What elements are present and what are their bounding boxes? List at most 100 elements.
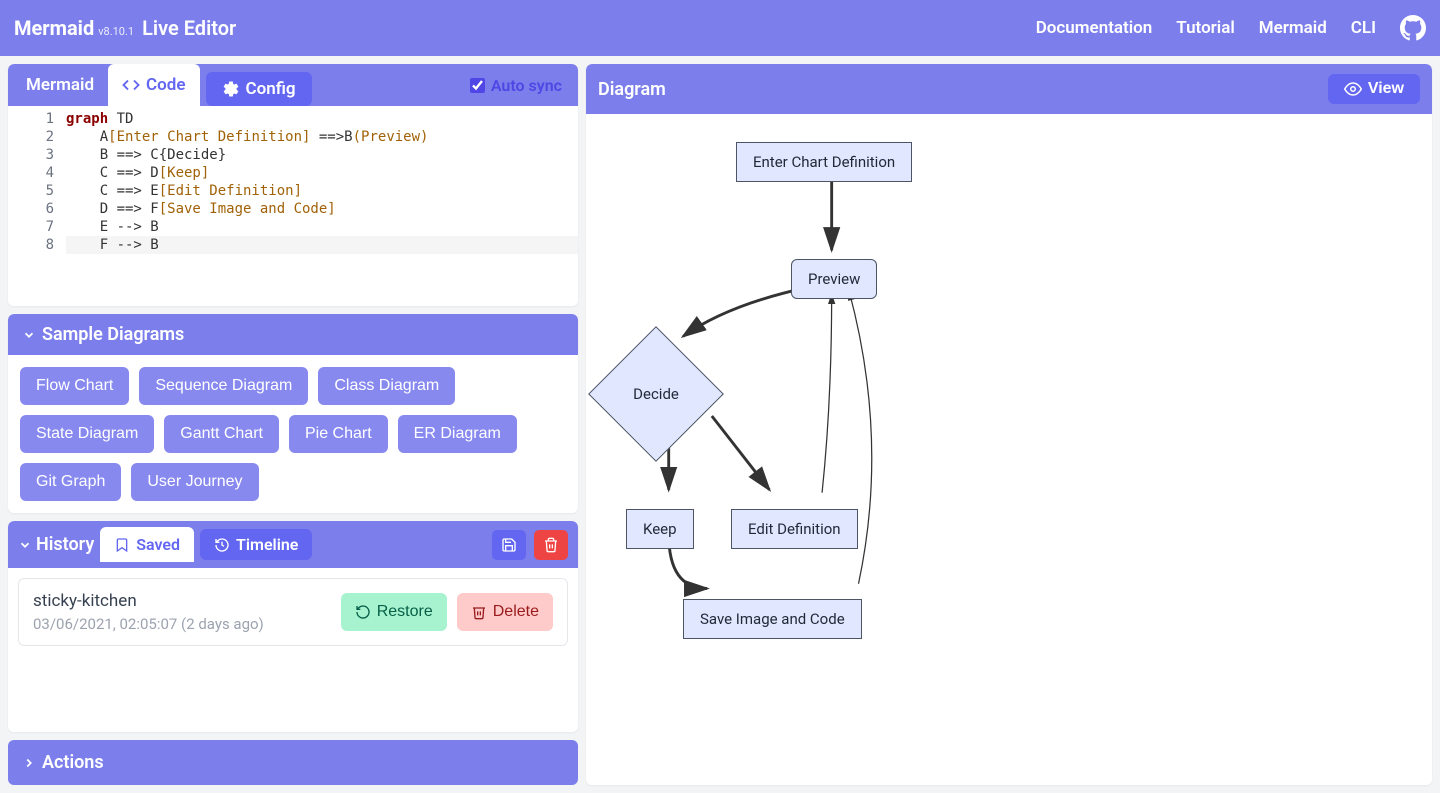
node-c-label: Decide — [633, 385, 679, 403]
line-number: 8 — [8, 236, 54, 254]
save-icon — [501, 537, 517, 553]
chevron-down-icon — [22, 328, 36, 342]
chevron-right-icon — [22, 756, 36, 770]
line-number: 1 — [8, 110, 54, 128]
code-editor[interactable]: 1 2 3 4 5 6 7 8 graph TD A[Enter Chart D… — [8, 106, 578, 306]
line-number: 2 — [8, 128, 54, 146]
node-b[interactable]: Preview — [791, 259, 877, 299]
code-line[interactable]: E --> B — [66, 218, 578, 236]
samples-panel: Sample Diagrams Flow Chart Sequence Diag… — [8, 314, 578, 513]
autosync-toggle[interactable]: Auto sync — [470, 76, 562, 95]
node-d[interactable]: Keep — [626, 509, 694, 549]
nav-link-documentation[interactable]: Documentation — [1036, 18, 1153, 38]
sample-sequence-diagram[interactable]: Sequence Diagram — [139, 367, 308, 405]
history-item-actions: Restore Delete — [341, 593, 553, 631]
samples-body: Flow Chart Sequence Diagram Class Diagra… — [8, 355, 578, 513]
sample-gantt-chart[interactable]: Gantt Chart — [164, 415, 279, 453]
view-label: View — [1368, 80, 1404, 98]
delete-button[interactable]: Delete — [457, 593, 553, 631]
sample-class-diagram[interactable]: Class Diagram — [318, 367, 455, 405]
history-action-icons — [492, 530, 568, 560]
sample-user-journey[interactable]: User Journey — [131, 463, 258, 501]
code-lines[interactable]: graph TD A[Enter Chart Definition] ==>B(… — [66, 106, 578, 306]
history-title-block[interactable]: History — [18, 534, 94, 555]
code-line[interactable]: B ==> C{Decide} — [66, 146, 578, 164]
brand-name: Mermaid — [14, 16, 94, 40]
sample-pie-chart[interactable]: Pie Chart — [289, 415, 388, 453]
autosync-label: Auto sync — [491, 76, 562, 95]
eye-icon — [1344, 80, 1362, 98]
diagram-title: Diagram — [598, 79, 666, 100]
code-line[interactable]: D ==> F[Save Image and Code] — [66, 200, 578, 218]
history-item-meta: 03/06/2021, 02:05:07 (2 days ago) — [33, 615, 264, 633]
code-line[interactable]: C ==> D[Keep] — [66, 164, 578, 182]
restore-button[interactable]: Restore — [341, 593, 447, 631]
gear-icon — [222, 80, 240, 98]
line-number: 7 — [8, 218, 54, 236]
node-f[interactable]: Save Image and Code — [683, 599, 862, 639]
tab-code[interactable]: Code — [108, 64, 199, 106]
history-panel: History Saved Timeline — [8, 521, 578, 732]
delete-all-button[interactable] — [534, 530, 568, 560]
top-navbar: Mermaid v8.10.1 Live Editor Documentatio… — [0, 0, 1440, 56]
nav-links: Documentation Tutorial Mermaid CLI — [1036, 15, 1426, 41]
code-line[interactable]: A[Enter Chart Definition] ==>B(Preview) — [66, 128, 578, 146]
line-number: 4 — [8, 164, 54, 182]
line-number: 3 — [8, 146, 54, 164]
editor-panel: Mermaid Code Config Auto sync 1 2 — [8, 64, 578, 306]
node-a-label: Enter Chart Definition — [753, 153, 895, 171]
history-tab-timeline[interactable]: Timeline — [200, 529, 312, 560]
nav-link-tutorial[interactable]: Tutorial — [1176, 18, 1234, 38]
actions-title: Actions — [42, 752, 104, 773]
node-c[interactable]: Decide — [608, 346, 704, 442]
history-header: History Saved Timeline — [8, 521, 578, 568]
nav-link-cli[interactable]: CLI — [1351, 18, 1376, 38]
diagram-panel: Diagram View — [586, 64, 1432, 785]
line-gutter: 1 2 3 4 5 6 7 8 — [8, 106, 66, 306]
code-line[interactable]: F --> B — [66, 236, 578, 254]
history-title: History — [36, 534, 94, 555]
code-line[interactable]: graph TD — [66, 110, 578, 128]
tab-config[interactable]: Config — [206, 72, 312, 106]
tab-code-label: Code — [146, 75, 185, 95]
node-e-label: Edit Definition — [748, 520, 841, 538]
node-d-label: Keep — [643, 520, 677, 538]
chevron-down-icon — [18, 538, 32, 552]
node-f-label: Save Image and Code — [700, 610, 845, 628]
sample-flow-chart[interactable]: Flow Chart — [20, 367, 129, 405]
brand-subtitle: Live Editor — [142, 16, 236, 40]
nav-link-mermaid[interactable]: Mermaid — [1259, 18, 1327, 38]
actions-panel-collapsed[interactable]: Actions — [8, 740, 578, 785]
editor-header: Mermaid Code Config Auto sync — [8, 64, 578, 106]
brand-block: Mermaid v8.10.1 Live Editor — [14, 16, 236, 40]
save-all-button[interactable] — [492, 530, 526, 560]
node-a[interactable]: Enter Chart Definition — [736, 142, 912, 182]
restore-label: Restore — [377, 603, 433, 621]
diagram-edges — [586, 114, 1432, 785]
node-b-label: Preview — [808, 270, 860, 288]
sample-er-diagram[interactable]: ER Diagram — [398, 415, 517, 453]
bookmark-icon — [114, 537, 130, 553]
samples-header[interactable]: Sample Diagrams — [8, 314, 578, 355]
github-icon[interactable] — [1400, 15, 1426, 41]
history-item-name: sticky-kitchen — [33, 591, 264, 611]
sample-state-diagram[interactable]: State Diagram — [20, 415, 154, 453]
diagram-header: Diagram View — [586, 64, 1432, 114]
history-item-info: sticky-kitchen 03/06/2021, 02:05:07 (2 d… — [33, 591, 264, 633]
trash-icon — [543, 537, 559, 553]
diagram-canvas[interactable]: Enter Chart Definition Preview Decide Ke… — [586, 114, 1432, 785]
undo-icon — [355, 604, 371, 620]
history-tab-saved[interactable]: Saved — [100, 527, 194, 562]
delete-label: Delete — [493, 603, 539, 621]
node-e[interactable]: Edit Definition — [731, 509, 858, 549]
sample-git-graph[interactable]: Git Graph — [20, 463, 121, 501]
trash-icon — [471, 604, 487, 620]
line-number: 5 — [8, 182, 54, 200]
view-button[interactable]: View — [1328, 74, 1420, 104]
history-item: sticky-kitchen 03/06/2021, 02:05:07 (2 d… — [18, 578, 568, 646]
autosync-checkbox[interactable] — [470, 78, 485, 93]
code-icon — [122, 76, 140, 94]
code-line[interactable]: C ==> E[Edit Definition] — [66, 182, 578, 200]
history-tab-timeline-label: Timeline — [236, 535, 298, 554]
tab-config-label: Config — [246, 79, 296, 99]
